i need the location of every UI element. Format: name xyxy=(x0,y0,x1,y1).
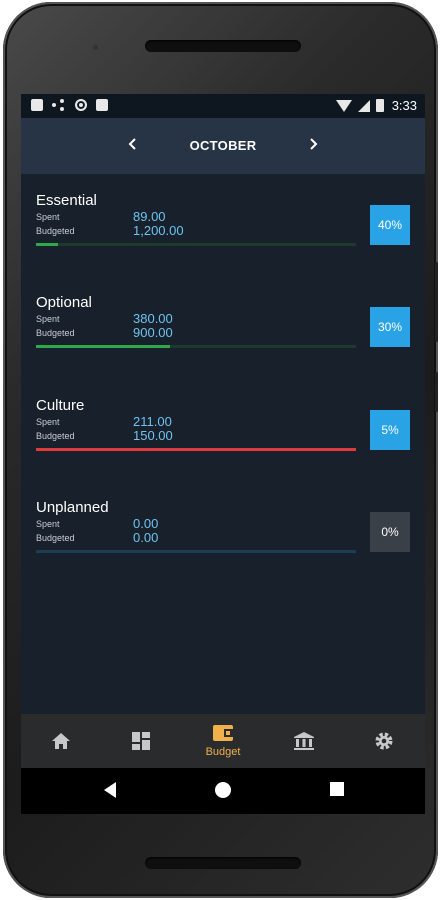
screen: 3:33 OCTOBER Essential Spent Budgeted 89… xyxy=(21,94,425,814)
earpiece-speaker xyxy=(145,40,301,52)
nav-dashboard[interactable] xyxy=(101,714,181,768)
month-title: OCTOBER xyxy=(189,138,257,153)
percent-badge: 0% xyxy=(370,512,410,552)
bottom-speaker xyxy=(145,857,301,869)
budget-card-unplanned[interactable]: Unplanned Spent Budgeted 0.00 0.00 0% xyxy=(21,481,425,581)
month-header: OCTOBER xyxy=(21,118,425,174)
system-navigation-bar xyxy=(21,768,425,814)
progress-fill xyxy=(36,243,59,246)
percent-badge: 30% xyxy=(370,307,410,347)
progress-track xyxy=(36,345,356,348)
nav-settings[interactable] xyxy=(344,714,424,768)
spent-label: Spent xyxy=(36,212,60,222)
notification-share-icon xyxy=(52,99,66,111)
category-name: Culture xyxy=(36,397,85,414)
budgeted-value: 900.00 xyxy=(133,325,173,340)
home-button-icon[interactable] xyxy=(214,781,232,804)
progress-track xyxy=(36,448,356,451)
wifi-icon xyxy=(335,99,352,112)
nav-home[interactable] xyxy=(21,714,101,768)
battery-icon xyxy=(375,99,384,112)
front-camera xyxy=(93,45,98,50)
category-name: Optional xyxy=(36,294,92,311)
nav-budget[interactable]: Budget xyxy=(183,714,263,768)
percent-badge: 40% xyxy=(370,205,410,245)
phone-frame: 3:33 OCTOBER Essential Spent Budgeted 89… xyxy=(3,2,438,898)
spent-label: Spent xyxy=(36,417,60,427)
spent-value: 211.00 xyxy=(133,414,172,429)
budget-card-culture[interactable]: Culture Spent Budgeted 211.00 150.00 5% xyxy=(21,379,425,479)
budgeted-value: 150.00 xyxy=(133,428,173,443)
chevron-right-icon[interactable] xyxy=(301,134,325,157)
clock: 3:33 xyxy=(391,98,417,113)
budgeted-label: Budgeted xyxy=(36,533,75,543)
spent-label: Spent xyxy=(36,519,60,529)
notification-sd-icon xyxy=(96,99,108,111)
spent-value: 380.00 xyxy=(133,311,173,326)
budget-list: Essential Spent Budgeted 89.00 1,200.00 … xyxy=(21,174,425,714)
power-button xyxy=(435,372,438,412)
back-icon[interactable] xyxy=(102,781,118,804)
home-icon xyxy=(52,733,70,749)
bottom-navigation: Budget xyxy=(21,714,425,768)
category-name: Unplanned xyxy=(36,499,109,516)
budgeted-label: Budgeted xyxy=(36,226,75,236)
dashboard-icon xyxy=(132,732,150,750)
status-bar: 3:33 xyxy=(21,94,425,118)
signal-icon xyxy=(357,99,370,112)
spent-label: Spent xyxy=(36,314,60,324)
nav-budget-label: Budget xyxy=(205,746,241,758)
budget-card-essential[interactable]: Essential Spent Budgeted 89.00 1,200.00 … xyxy=(21,174,425,274)
notification-sync-icon xyxy=(75,99,87,111)
nav-bank[interactable] xyxy=(264,714,344,768)
progress-track xyxy=(36,550,356,553)
recents-icon[interactable] xyxy=(329,781,345,802)
budgeted-value: 1,200.00 xyxy=(133,223,184,238)
budgeted-label: Budgeted xyxy=(36,328,75,338)
budgeted-label: Budgeted xyxy=(36,431,75,441)
category-name: Essential xyxy=(36,192,97,209)
spent-value: 89.00 xyxy=(133,209,166,224)
bank-icon xyxy=(294,732,314,750)
progress-track xyxy=(36,243,356,246)
volume-button xyxy=(435,262,438,342)
gear-icon xyxy=(375,732,393,750)
spent-value: 0.00 xyxy=(133,516,159,531)
progress-fill xyxy=(36,448,356,451)
wallet-icon xyxy=(213,725,233,741)
progress-fill xyxy=(36,345,171,348)
budget-card-optional[interactable]: Optional Spent Budgeted 380.00 900.00 30… xyxy=(21,276,425,376)
notification-image-icon xyxy=(31,99,43,111)
budgeted-value: 0.00 xyxy=(133,530,159,545)
percent-badge: 5% xyxy=(370,410,410,450)
